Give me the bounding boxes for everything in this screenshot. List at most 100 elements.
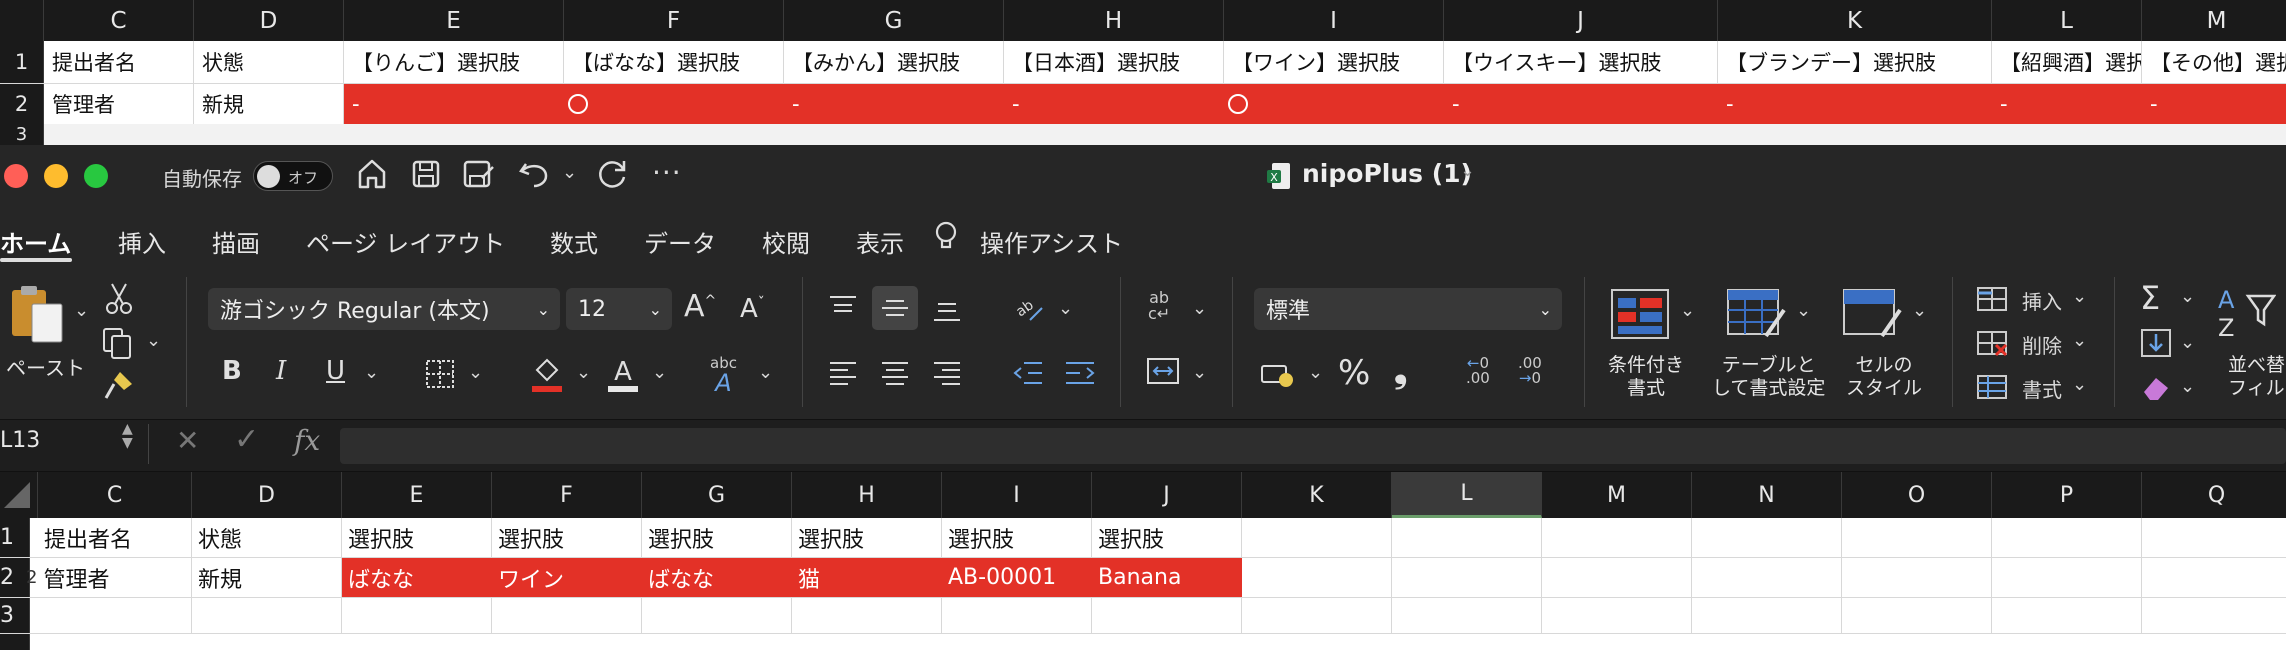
align-middle-button-active[interactable] xyxy=(872,286,918,330)
close-window-button[interactable] xyxy=(4,164,28,188)
cell[interactable] xyxy=(1842,558,1992,597)
column-header-i[interactable]: I xyxy=(942,472,1092,518)
cell[interactable] xyxy=(1992,558,2142,597)
column-header-l-selected[interactable]: L xyxy=(1392,472,1542,518)
cell[interactable] xyxy=(2142,518,2286,557)
comma-style-icon[interactable]: ❟ xyxy=(1394,354,1407,388)
phonetic-chevron-down-icon[interactable]: ⌄ xyxy=(758,362,773,383)
cell[interactable] xyxy=(1392,518,1542,557)
delete-label[interactable]: 削除 xyxy=(2022,330,2062,359)
cell[interactable] xyxy=(642,598,792,633)
conditional-formatting-icon[interactable] xyxy=(1610,288,1670,340)
percent-style-icon[interactable]: % xyxy=(1338,356,1370,390)
home-icon[interactable] xyxy=(356,157,388,191)
column-header-d[interactable]: D xyxy=(192,472,342,518)
cell[interactable] xyxy=(1542,558,1692,597)
accounting-chevron-down-icon[interactable]: ⌄ xyxy=(1308,362,1323,383)
column-header-e[interactable]: E xyxy=(344,0,564,41)
fill-color-chevron-down-icon[interactable]: ⌄ xyxy=(576,362,591,383)
tab-data[interactable]: データ xyxy=(644,224,716,259)
cell[interactable] xyxy=(1092,598,1242,633)
cell-highlighted[interactable]: - xyxy=(1992,84,2142,124)
format-painter-icon[interactable] xyxy=(102,368,136,402)
cell[interactable] xyxy=(1842,518,1992,557)
save-as-icon[interactable] xyxy=(462,158,496,190)
column-header-m[interactable]: M xyxy=(2142,0,2286,41)
tab-view[interactable]: 表示 xyxy=(856,224,904,259)
cell[interactable] xyxy=(1842,598,1992,633)
cell[interactable] xyxy=(192,598,342,633)
cell-styles-icon[interactable] xyxy=(1842,288,1902,340)
cell[interactable] xyxy=(1692,518,1842,557)
column-header-c[interactable]: C xyxy=(38,472,192,518)
cell[interactable]: 【紹興酒】選択肢 xyxy=(1992,41,2142,83)
cell[interactable] xyxy=(1392,598,1542,633)
cell-styles-chevron-down-icon[interactable]: ⌄ xyxy=(1912,300,1927,321)
formula-input[interactable] xyxy=(340,428,2286,464)
select-all-corner[interactable] xyxy=(0,0,44,41)
align-center-icon[interactable] xyxy=(880,360,910,386)
cell-highlighted[interactable]: Banana xyxy=(1092,558,1242,597)
document-title[interactable]: nipoPlus (1) xyxy=(1302,159,1472,188)
font-color-chevron-down-icon[interactable]: ⌄ xyxy=(652,362,667,383)
tab-draw[interactable]: 描画 xyxy=(212,224,260,259)
align-left-icon[interactable] xyxy=(828,360,858,386)
cell[interactable] xyxy=(1242,558,1392,597)
tab-review[interactable]: 校閲 xyxy=(762,224,810,259)
row-header-3[interactable]: 3 xyxy=(0,598,30,633)
clear-chevron-down-icon[interactable]: ⌄ xyxy=(2180,376,2195,397)
decrease-decimal-icon[interactable]: .00 →0 xyxy=(1518,356,1542,386)
column-header-g[interactable]: G xyxy=(642,472,792,518)
cell[interactable]: 【ウイスキー】選択肢 xyxy=(1444,41,1718,83)
cell-highlighted[interactable]: ばなな xyxy=(342,558,492,597)
cell-highlighted[interactable]: - xyxy=(1004,84,1224,124)
cell-highlighted[interactable]: - xyxy=(784,84,1004,124)
row-header-2[interactable]: 2 xyxy=(0,84,44,124)
insert-cells-icon[interactable] xyxy=(1976,284,2010,314)
column-header-p[interactable]: P xyxy=(1992,472,2142,518)
cell[interactable] xyxy=(1542,598,1692,633)
cell-highlighted[interactable]: AB-00001 xyxy=(942,558,1092,597)
number-format-select[interactable]: 標準 ⌄ xyxy=(1254,288,1562,330)
title-chevron-down-icon[interactable]: ⌄ xyxy=(1460,160,1475,181)
redo-icon[interactable] xyxy=(596,157,630,191)
table-format-chevron-down-icon[interactable]: ⌄ xyxy=(1796,300,1811,321)
accounting-format-icon[interactable] xyxy=(1260,360,1296,390)
cell[interactable]: 【りんご】選択肢 xyxy=(344,41,564,83)
column-header-o[interactable]: O xyxy=(1842,472,1992,518)
column-header-h[interactable]: H xyxy=(1004,0,1224,41)
cell[interactable]: 選択肢 xyxy=(342,518,492,557)
borders-icon[interactable] xyxy=(424,358,456,390)
cell[interactable] xyxy=(792,598,942,633)
cell[interactable]: 選択肢 xyxy=(642,518,792,557)
copy-icon[interactable] xyxy=(102,327,136,361)
font-size-select[interactable]: 12 ⌄ xyxy=(566,288,672,330)
autosum-chevron-down-icon[interactable]: ⌄ xyxy=(2180,286,2195,307)
cell-highlighted[interactable] xyxy=(1224,84,1444,124)
cell[interactable] xyxy=(942,598,1092,633)
cell[interactable] xyxy=(492,598,642,633)
cell[interactable] xyxy=(1692,598,1842,633)
italic-button[interactable]: I xyxy=(276,358,286,384)
insert-function-button[interactable]: fx xyxy=(294,424,320,457)
cell[interactable]: 選択肢 xyxy=(1092,518,1242,557)
copy-chevron-down-icon[interactable]: ⌄ xyxy=(146,330,161,351)
cell-highlighted[interactable]: ワイン xyxy=(492,558,642,597)
column-header-k[interactable]: K xyxy=(1718,0,1992,41)
confirm-entry-icon[interactable]: ✓ xyxy=(234,422,259,457)
tab-tell-me[interactable]: 操作アシスト xyxy=(980,224,1123,259)
cell-highlighted[interactable]: - xyxy=(1444,84,1718,124)
cell[interactable]: 状態 xyxy=(194,41,344,83)
column-header-g[interactable]: G xyxy=(784,0,1004,41)
cell[interactable] xyxy=(1992,598,2142,633)
cell[interactable] xyxy=(1242,598,1392,633)
cell[interactable]: 新規 xyxy=(194,84,344,124)
scissors-icon[interactable] xyxy=(104,282,134,316)
row-header-1[interactable]: 1 xyxy=(0,41,44,83)
cell[interactable]: 【ワイン】選択肢 xyxy=(1224,41,1444,83)
autosave-toggle[interactable]: オフ xyxy=(253,161,333,191)
conditional-chevron-down-icon[interactable]: ⌄ xyxy=(1680,300,1695,321)
wrap-text-icon[interactable]: ab c↵ xyxy=(1148,290,1170,322)
column-header-k[interactable]: K xyxy=(1242,472,1392,518)
cell[interactable]: 新規 xyxy=(192,558,342,597)
